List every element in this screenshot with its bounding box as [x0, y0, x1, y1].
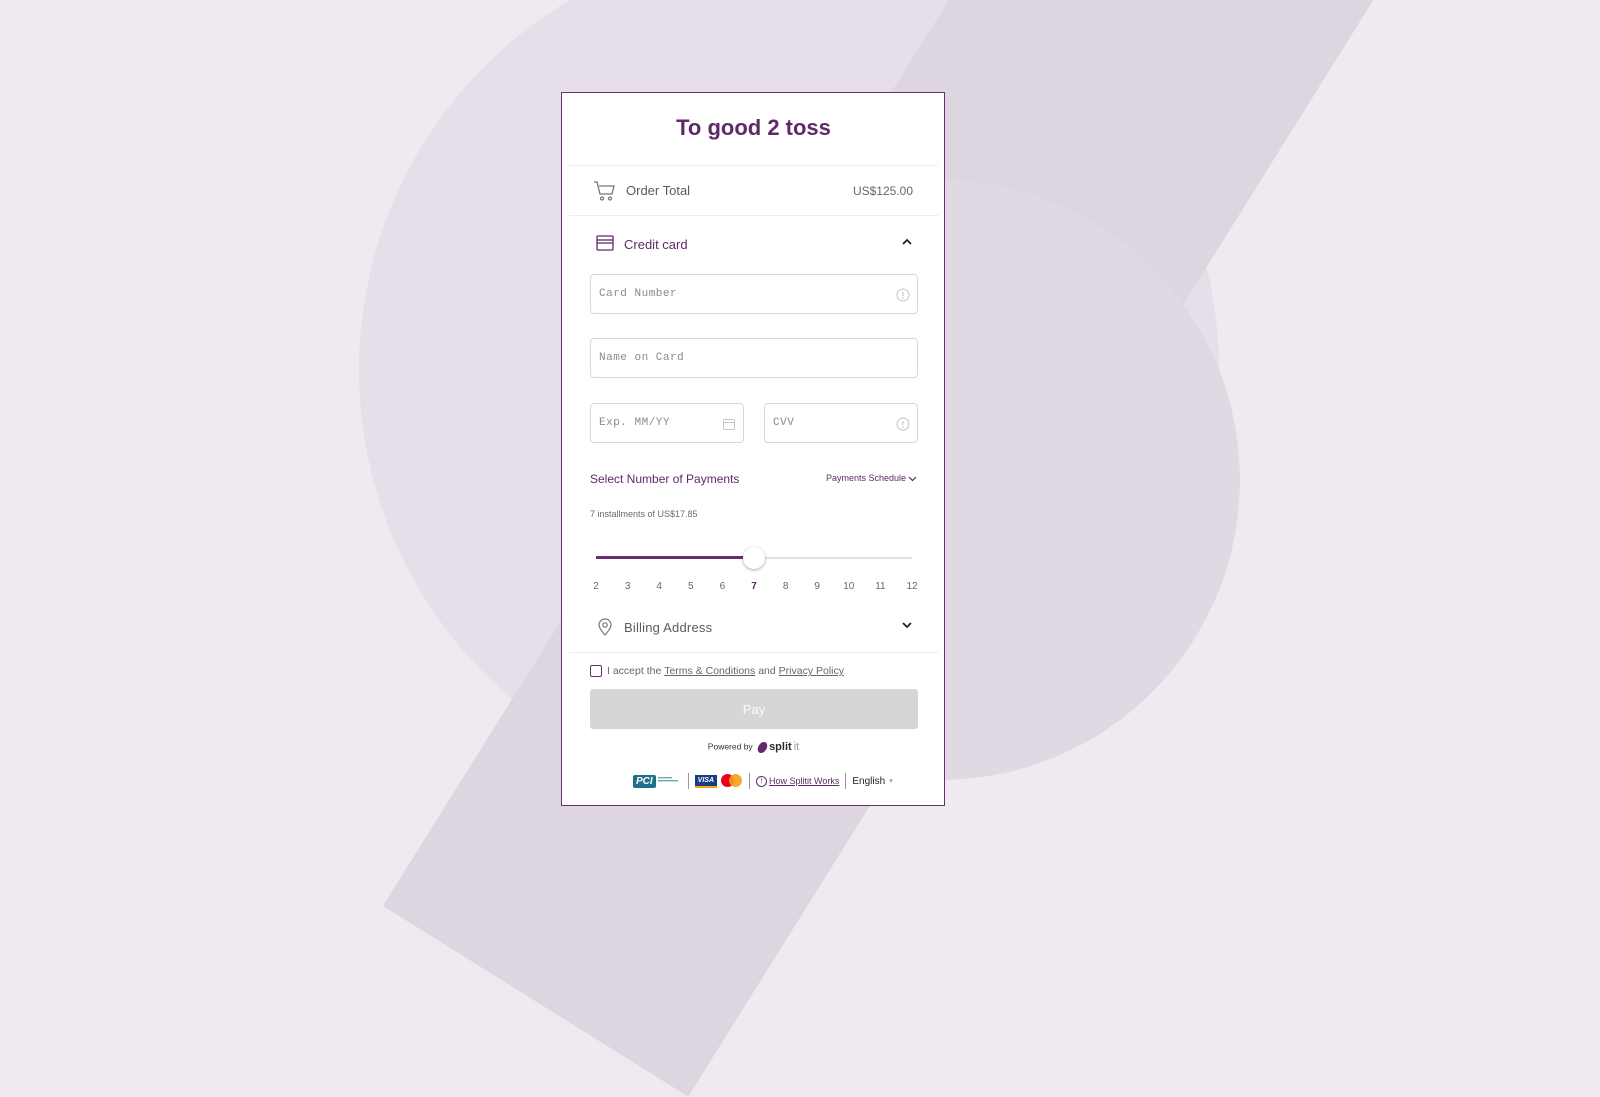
- installment-option-5[interactable]: 5: [688, 581, 694, 592]
- billing-address-section-header[interactable]: Billing Address: [593, 613, 915, 641]
- payments-schedule-toggle[interactable]: Payments Schedule: [826, 473, 917, 483]
- installment-option-11[interactable]: 11: [875, 581, 885, 592]
- credit-card-icon: [596, 235, 614, 251]
- powered-by-label: Powered by: [707, 741, 753, 752]
- terms-prefix: I accept the: [607, 665, 662, 677]
- checkout-modal: To good 2 toss Order Total US$125.00 Cre…: [561, 92, 945, 806]
- divider: [569, 652, 938, 653]
- splitit-logo-text: split: [769, 741, 792, 753]
- pay-button[interactable]: Pay: [590, 689, 918, 729]
- language-selector[interactable]: English: [852, 776, 885, 787]
- footer-separator: [687, 773, 689, 789]
- installment-option-4[interactable]: 4: [656, 581, 662, 592]
- info-icon[interactable]: [896, 288, 910, 302]
- location-pin-icon: [598, 618, 612, 636]
- cart-icon: [594, 181, 615, 201]
- footer: PCI VISA ! How Splitit Works English ▾: [633, 771, 893, 791]
- how-splitit-works[interactable]: ! How Splitit Works: [756, 775, 839, 787]
- splitit-logo-mark: [756, 741, 769, 753]
- installments-slider[interactable]: [596, 547, 912, 569]
- order-total-row: Order Total US$125.00: [593, 176, 913, 206]
- pci-badge: PCI: [633, 774, 656, 788]
- credit-card-label: Credit card: [624, 237, 688, 252]
- installment-option-12[interactable]: 12: [906, 581, 917, 592]
- checkout-panel: To good 2 toss Order Total US$125.00 Cre…: [569, 93, 938, 805]
- select-payments-title: Select Number of Payments: [590, 472, 740, 486]
- installment-option-10[interactable]: 10: [843, 581, 854, 592]
- card-number-field[interactable]: [590, 274, 918, 314]
- splitit-logo-suffix: it: [793, 741, 800, 753]
- chevron-down-icon: [908, 476, 917, 481]
- merchant-title: To good 2 toss: [676, 115, 831, 140]
- visa-logo: VISA: [694, 774, 718, 788]
- installment-option-2[interactable]: 2: [593, 581, 599, 592]
- privacy-policy-link[interactable]: Privacy Policy: [779, 665, 844, 677]
- chevron-down-icon[interactable]: [901, 619, 913, 631]
- card-number-input[interactable]: [591, 275, 917, 313]
- divider: [569, 165, 938, 166]
- installment-option-6[interactable]: 6: [720, 581, 726, 592]
- slider-fill: [596, 556, 754, 559]
- terms-and-text: and: [758, 665, 776, 677]
- cvv-field[interactable]: [764, 403, 918, 443]
- installment-option-7[interactable]: 7: [751, 581, 757, 592]
- name-on-card-input[interactable]: [591, 339, 917, 377]
- order-total-amount: US$125.00: [852, 184, 913, 198]
- powered-by: Powered by split it: [569, 741, 938, 753]
- order-total-label: Order Total: [626, 183, 691, 198]
- divider: [569, 215, 938, 216]
- cvv-input[interactable]: [765, 404, 917, 442]
- terms-checkbox[interactable]: [590, 665, 602, 677]
- payments-schedule-label: Payments Schedule: [825, 473, 906, 483]
- calendar-icon: [723, 419, 735, 430]
- pci-text-graphic: [657, 776, 682, 786]
- slider-thumb[interactable]: [743, 547, 765, 569]
- footer-separator: [749, 773, 751, 789]
- splitit-logo: split it: [756, 741, 800, 753]
- installment-option-8[interactable]: 8: [783, 581, 789, 592]
- expiry-input[interactable]: [591, 404, 743, 442]
- pci-logo: PCI: [633, 774, 682, 788]
- footer-separator: [845, 773, 847, 789]
- how-splitit-works-link[interactable]: How Splitit Works: [769, 776, 839, 786]
- expiry-field[interactable]: [590, 403, 744, 443]
- installment-option-9[interactable]: 9: [814, 581, 820, 592]
- installments-summary: 7 installments of US$17.85: [590, 509, 698, 519]
- mastercard-logo: [721, 774, 743, 788]
- terms-acceptance-row: I accept the Terms & Conditions and Priv…: [590, 663, 844, 679]
- name-on-card-field[interactable]: [590, 338, 918, 378]
- credit-card-section-header[interactable]: Credit card: [593, 230, 915, 258]
- info-circle-icon: !: [756, 775, 768, 787]
- installment-option-3[interactable]: 3: [625, 581, 631, 592]
- installment-options: 2 3 4 5 6 7 8 9 10 11 12: [593, 581, 917, 595]
- terms-conditions-link[interactable]: Terms & Conditions: [664, 665, 755, 677]
- info-icon[interactable]: [896, 417, 910, 431]
- chevron-up-icon[interactable]: [901, 236, 913, 248]
- billing-address-label: Billing Address: [624, 620, 713, 635]
- language-dropdown-arrow-icon[interactable]: ▾: [889, 777, 893, 785]
